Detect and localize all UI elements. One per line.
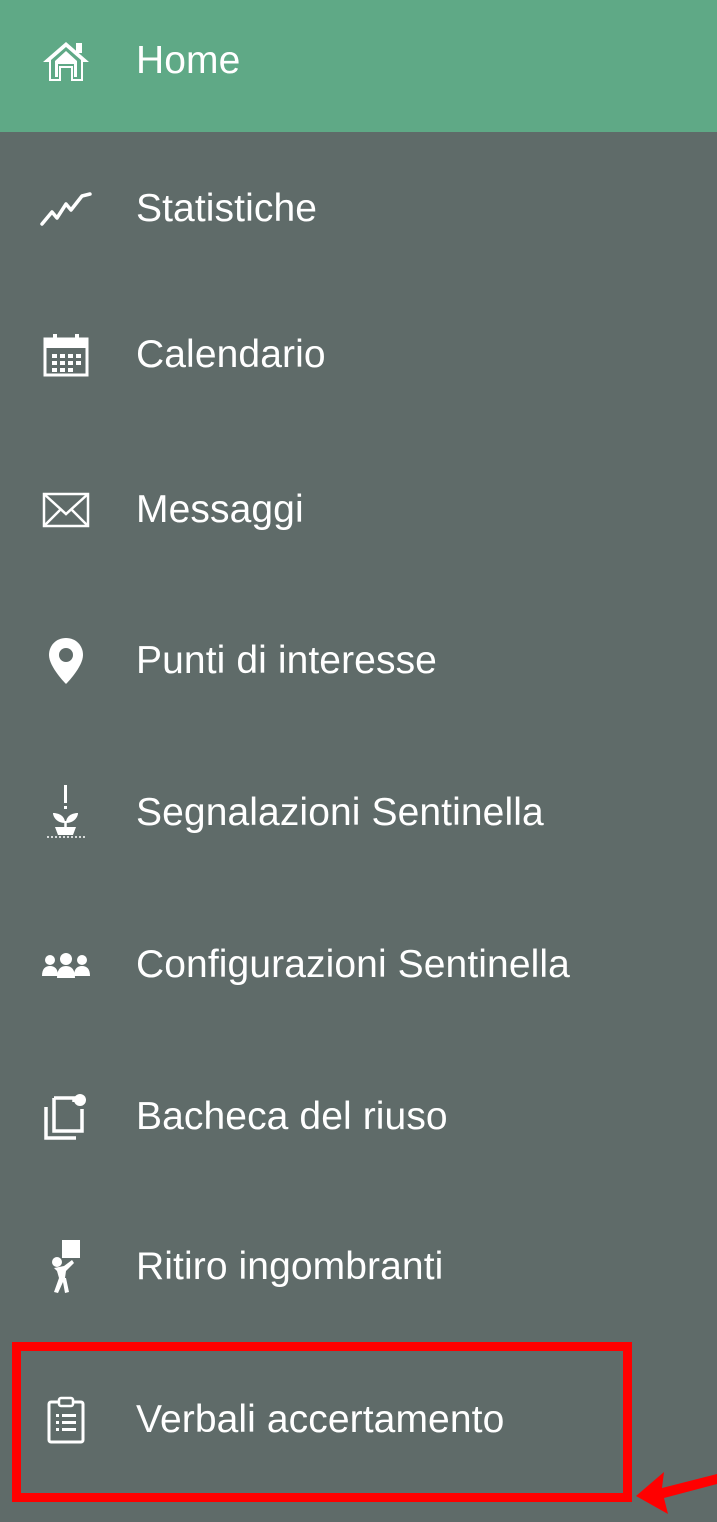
sidebar-item-label: Calendario [136,333,326,376]
sidebar-item-label: Home [136,39,241,82]
sidebar-item-messaggi[interactable]: Messaggi [0,445,717,575]
sidebar-item-bacheca-del-riuso[interactable]: Bacheca del riuso [0,1052,717,1182]
sidebar-item-label: Messaggi [136,488,304,531]
sidebar-item-ritiro-ingombranti[interactable]: Ritiro ingombranti [0,1202,717,1332]
sidebar-item-label: Segnalazioni Sentinella [136,791,544,834]
users-group-icon [38,937,94,993]
sidebar-item-punti-di-interesse[interactable]: Punti di interesse [0,596,717,726]
sidebar-item-label: Ritiro ingombranti [136,1245,444,1288]
map-pin-icon [38,633,94,689]
sidebar-nav: Home Statistiche Calendario Messaggi Pun… [0,0,717,1522]
clipboard-list-icon [38,1392,94,1448]
person-carrying-icon [38,1239,94,1295]
copy-icon [38,1089,94,1145]
sidebar-item-label: Punti di interesse [136,639,437,682]
envelope-icon [38,482,94,538]
sidebar-item-label: Verbali accertamento [136,1398,505,1441]
home-icon [38,33,94,89]
sidebar-item-configurazioni-sentinella[interactable]: Configurazioni Sentinella [0,900,717,1030]
sidebar-item-segnalazioni-sentinella[interactable]: Segnalazioni Sentinella [0,748,717,878]
chart-line-icon [38,181,94,237]
sidebar-item-label: Bacheca del riuso [136,1095,448,1138]
sidebar-item-label: Configurazioni Sentinella [136,943,570,986]
sidebar-item-calendario[interactable]: Calendario [0,290,717,420]
sidebar-item-statistiche[interactable]: Statistiche [0,144,717,274]
sidebar-item-home[interactable]: Home [0,0,717,132]
sidebar-item-verbali-accertamento[interactable]: Verbali accertamento [0,1355,717,1485]
plant-alert-icon [38,785,94,841]
calendar-icon [38,327,94,383]
sidebar-item-label: Statistiche [136,187,318,230]
